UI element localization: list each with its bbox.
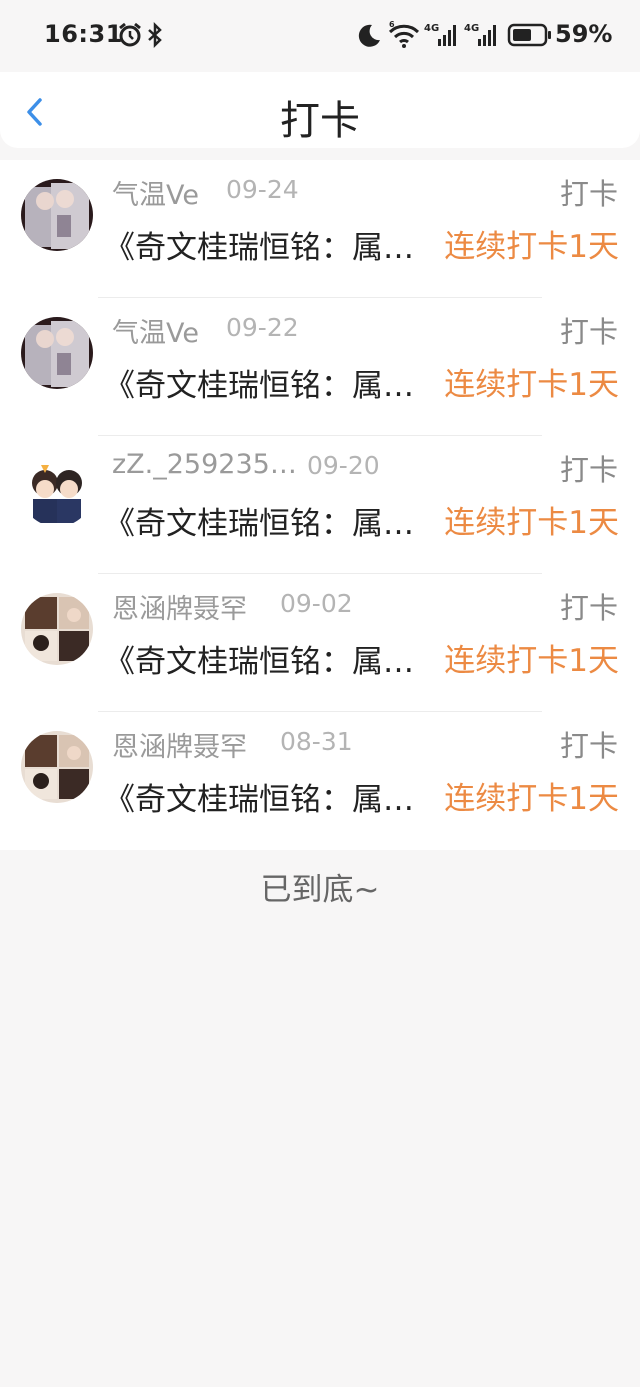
entry-content[interactable]: 《奇文桂瑞恒铭：属… (104, 360, 434, 405)
status-time: 16:31 (44, 20, 123, 48)
list-item[interactable]: 恩涵牌聂罕 08-31 打卡 《奇文桂瑞恒铭：属… 连续打卡1天 (0, 712, 640, 850)
entry-date: 09-22 (226, 313, 299, 342)
avatar[interactable] (21, 593, 93, 665)
streak-label: 连续打卡1天 (444, 367, 619, 403)
entry-tag: 打卡 (559, 729, 618, 763)
avatar[interactable] (21, 317, 93, 389)
status-bar: 16:31 6 4G 4G 59% (0, 0, 640, 72)
list-item[interactable]: 气温Ve 09-22 打卡 《奇文桂瑞恒铭：属… 连续打卡1天 (0, 298, 640, 436)
avatar[interactable] (21, 455, 93, 527)
svg-text:6: 6 (389, 20, 395, 29)
entry-tag: 打卡 (559, 315, 618, 349)
list-item[interactable]: 恩涵牌聂罕 09-02 打卡 《奇文桂瑞恒铭：属… 连续打卡1天 (0, 574, 640, 712)
streak-label: 连续打卡1天 (444, 229, 619, 265)
checkin-list: 气温Ve 09-24 打卡 《奇文桂瑞恒铭：属… 连续打卡1天 气温Ve 09-… (0, 160, 640, 850)
page-title: 打卡 (280, 98, 360, 144)
avatar[interactable] (21, 731, 93, 803)
battery-icon (507, 23, 551, 47)
streak-label: 连续打卡1天 (444, 505, 619, 541)
alarm-icon (119, 22, 141, 47)
battery-percent: 59% (555, 20, 613, 48)
user-name[interactable]: zZ._259235… (112, 449, 297, 480)
entry-content[interactable]: 《奇文桂瑞恒铭：属… (104, 498, 434, 543)
entry-content[interactable]: 《奇文桂瑞恒铭：属… (104, 636, 434, 681)
end-of-list-text: 已到底~ (260, 872, 380, 908)
user-name[interactable]: 气温Ve (112, 311, 199, 350)
entry-date: 09-24 (226, 175, 299, 204)
user-name[interactable]: 气温Ve (112, 173, 199, 212)
moon-icon (358, 24, 380, 47)
user-name[interactable]: 恩涵牌聂罕 (112, 587, 247, 626)
streak-label: 连续打卡1天 (444, 643, 619, 679)
entry-date: 09-20 (307, 451, 380, 480)
signal-4g-icon: 4G (424, 23, 456, 46)
list-item[interactable]: zZ._259235… 09-20 打卡 《奇文桂瑞恒铭：属… 连续打卡1天 (0, 436, 640, 574)
list-item[interactable]: 气温Ve 09-24 打卡 《奇文桂瑞恒铭：属… 连续打卡1天 (0, 160, 640, 298)
entry-tag: 打卡 (559, 177, 618, 211)
svg-text:4G: 4G (424, 23, 439, 34)
bluetooth-icon (148, 21, 162, 49)
svg-text:4G: 4G (464, 23, 479, 34)
avatar[interactable] (21, 179, 93, 251)
entry-content[interactable]: 《奇文桂瑞恒铭：属… (104, 222, 434, 267)
nav-header: 打卡 (0, 72, 640, 148)
entry-date: 09-02 (280, 589, 353, 618)
entry-tag: 打卡 (559, 453, 618, 487)
signal-4g-icon: 4G (464, 23, 496, 46)
user-name[interactable]: 恩涵牌聂罕 (112, 725, 247, 764)
wifi-icon: 6 (388, 20, 420, 48)
entry-tag: 打卡 (559, 591, 618, 625)
entry-date: 08-31 (280, 727, 353, 756)
entry-content[interactable]: 《奇文桂瑞恒铭：属… (104, 774, 434, 819)
streak-label: 连续打卡1天 (444, 781, 619, 817)
